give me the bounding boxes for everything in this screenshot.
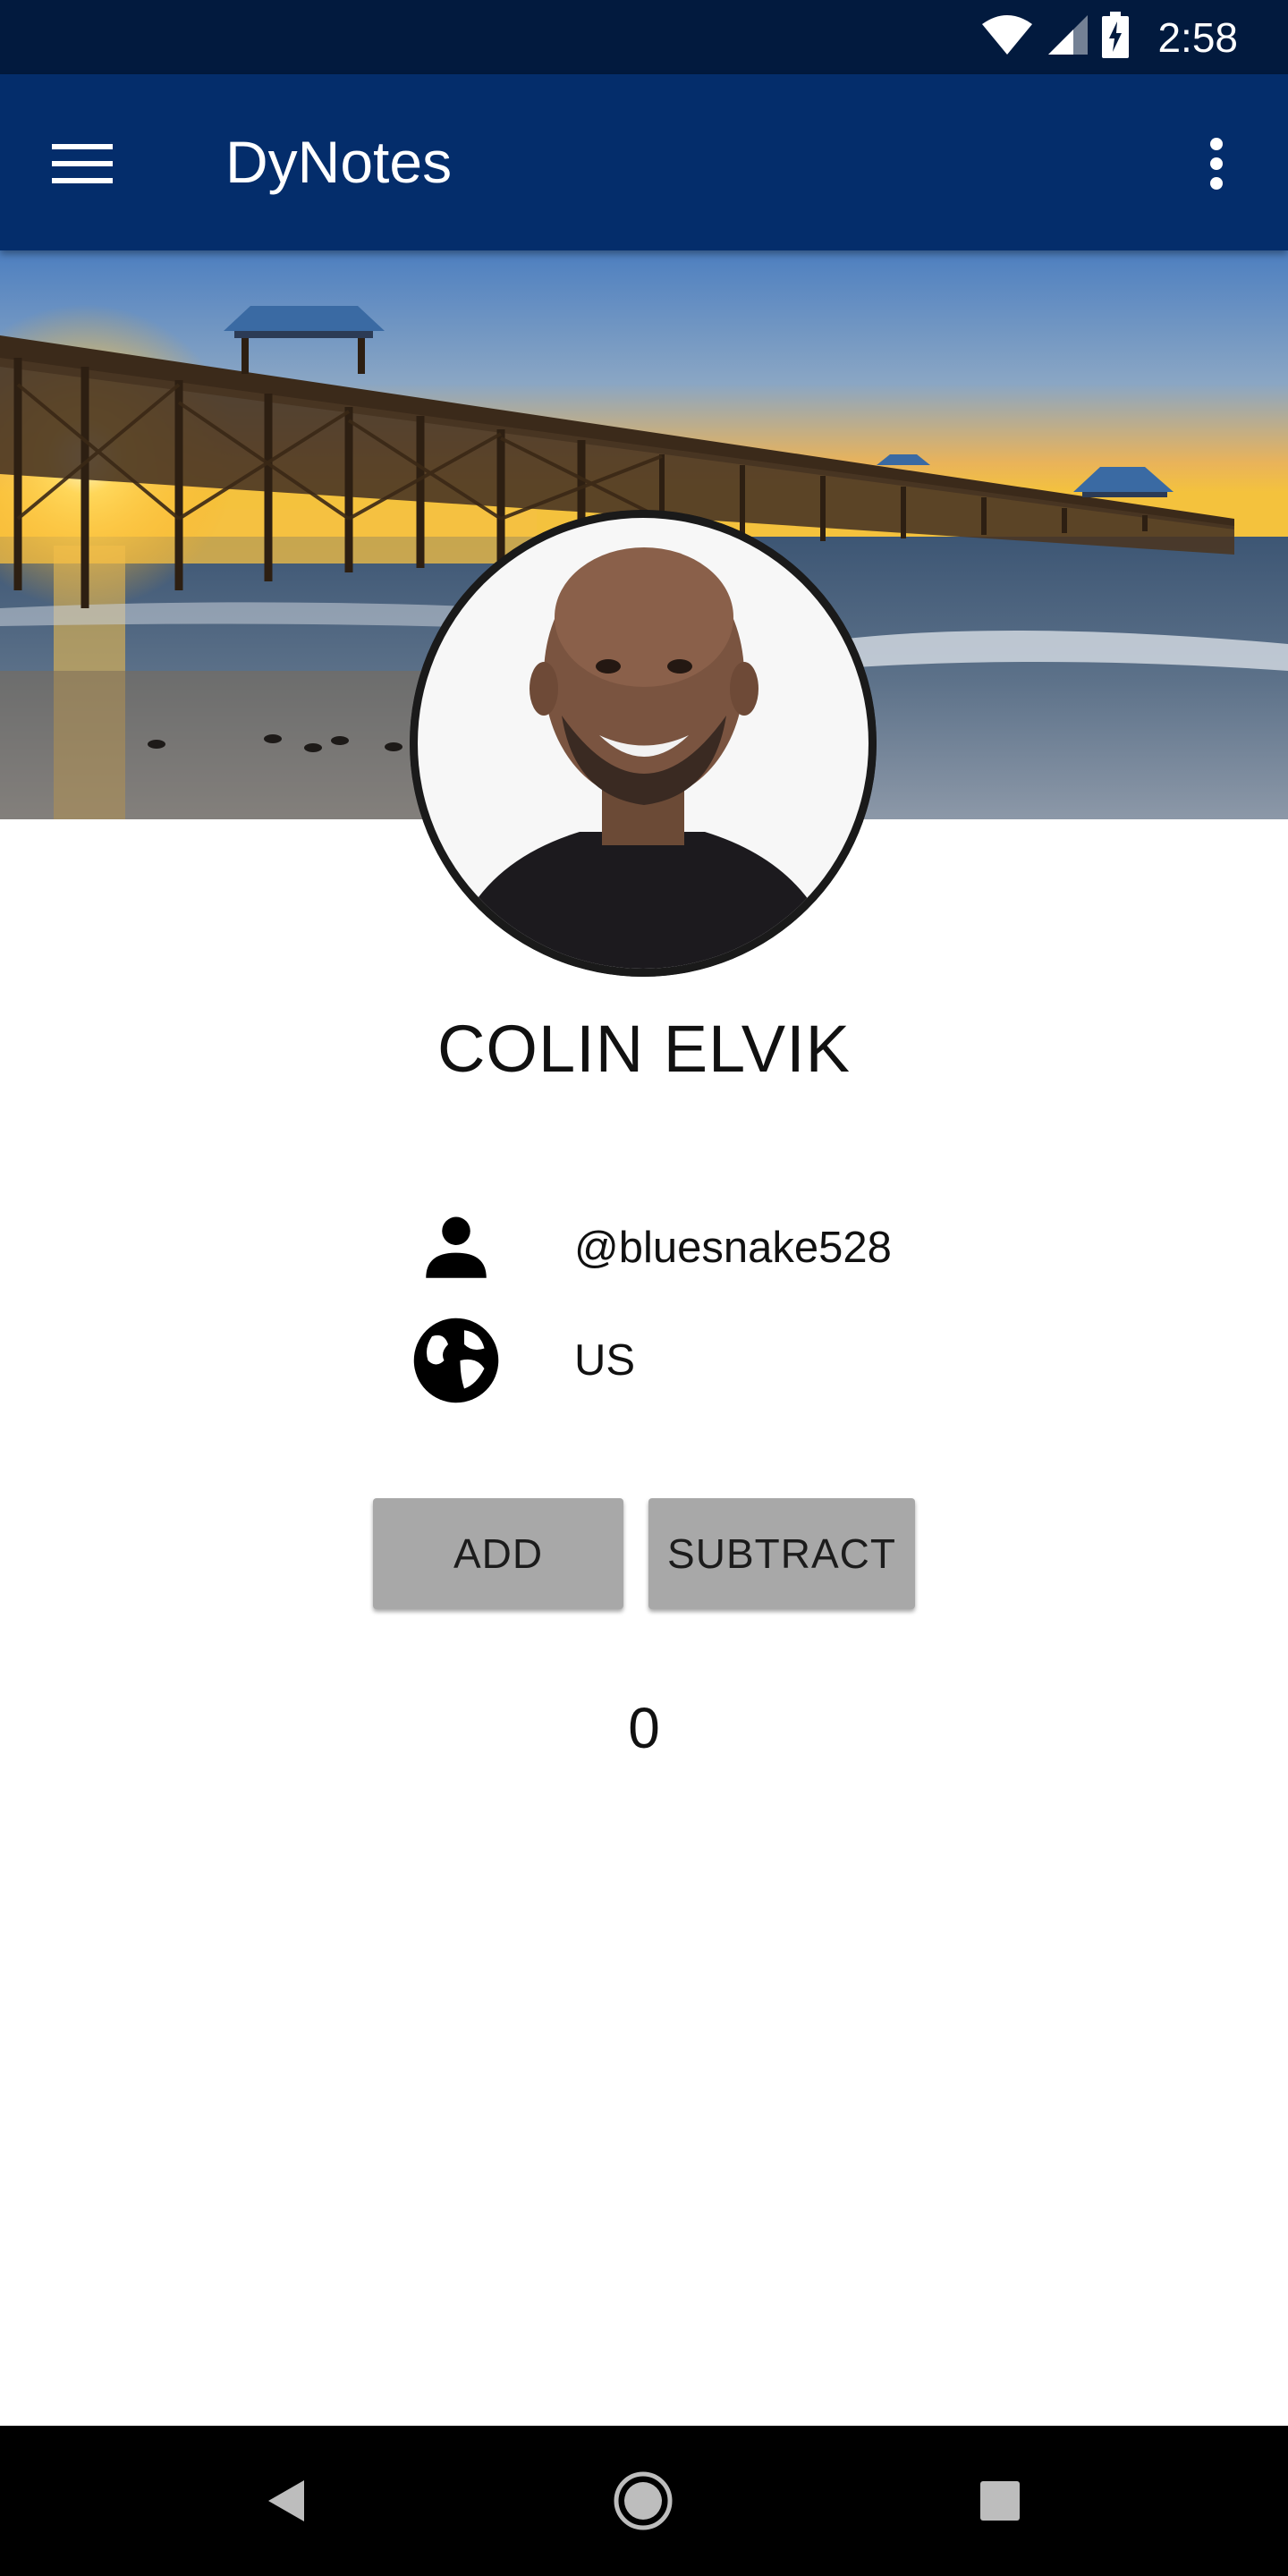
username-text: @bluesnake528 (574, 1224, 892, 1272)
more-vert-icon[interactable] (1179, 126, 1254, 201)
recents-icon[interactable] (962, 2463, 1038, 2538)
subtract-button[interactable]: SUBTRACT (648, 1498, 915, 1609)
app-title: DyNotes (225, 129, 453, 195)
cell-signal-icon (1046, 13, 1089, 61)
navigation-bar (0, 2426, 1288, 2576)
avatar (410, 510, 877, 977)
back-icon[interactable] (249, 2463, 324, 2538)
profile-screen: 2:58 DyNotes COLIN ELVIK @bluesnake528 U… (0, 0, 1288, 2576)
profile-photo (410, 510, 877, 977)
add-button[interactable]: ADD (373, 1498, 623, 1609)
person-icon (402, 1199, 510, 1297)
hamburger-menu-icon[interactable] (45, 126, 120, 201)
app-bar: DyNotes (0, 74, 1288, 250)
profile-name: COLIN ELVIK (436, 1012, 851, 1086)
status-time: 2:58 (1157, 13, 1238, 61)
status-icons: 2:58 (980, 0, 1238, 74)
globe-icon (402, 1311, 510, 1410)
battery-charging-icon (1102, 12, 1130, 63)
status-bar: 2:58 (0, 0, 1288, 74)
wifi-icon (980, 13, 1034, 61)
country-row: US (402, 1311, 635, 1410)
username-row: @bluesnake528 (402, 1199, 892, 1297)
home-icon[interactable] (606, 2463, 681, 2538)
country-text: US (574, 1336, 636, 1385)
counter-value: 0 (628, 1696, 660, 1760)
